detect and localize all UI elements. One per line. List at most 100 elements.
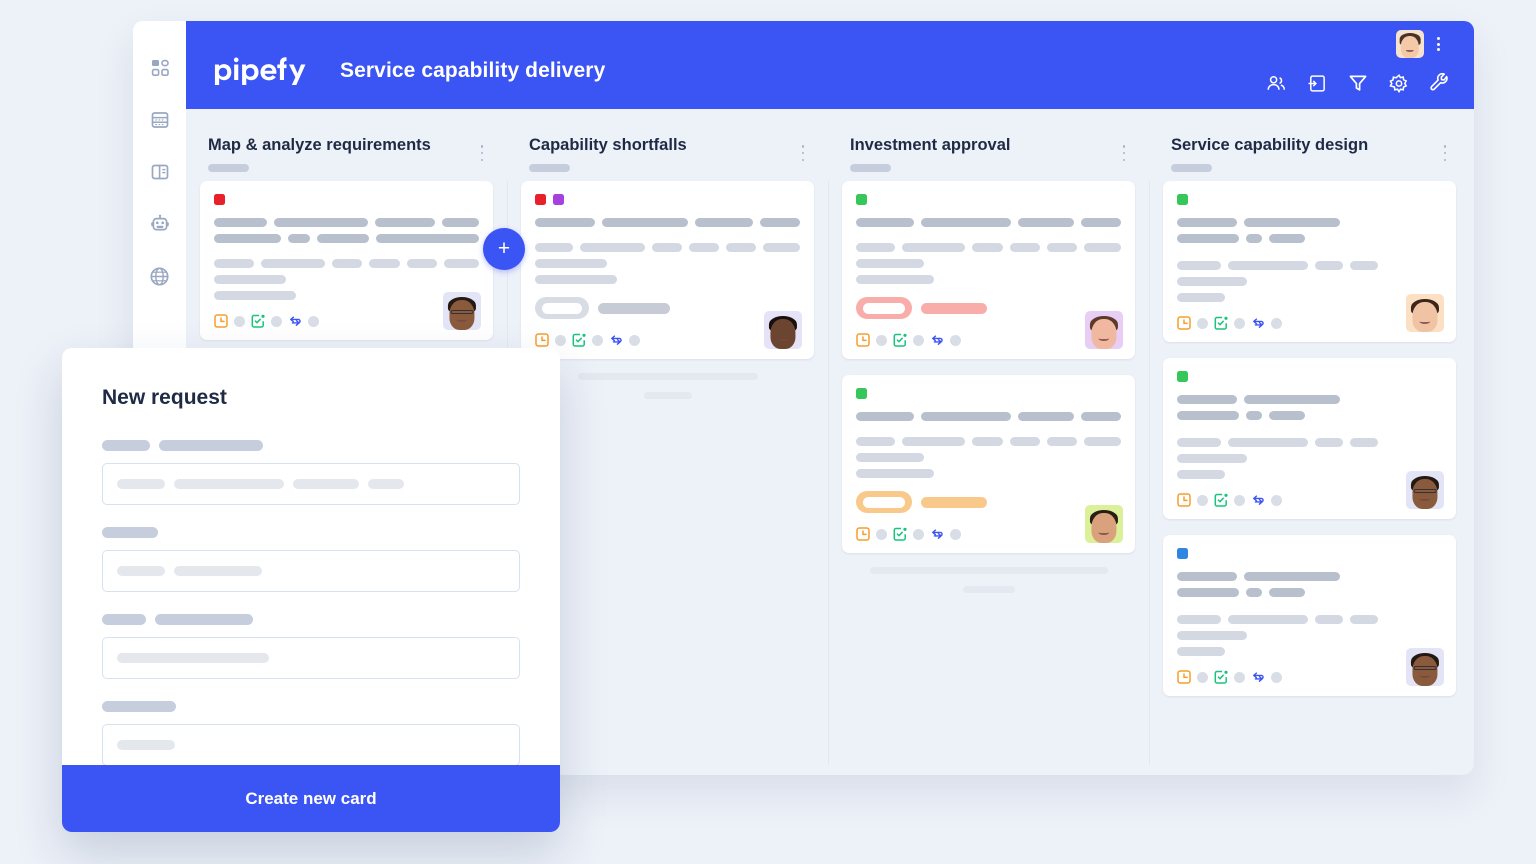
tag-pill: [535, 297, 589, 319]
meta-placeholder: [1271, 671, 1282, 683]
add-card-button[interactable]: +: [483, 228, 525, 270]
sidebar-item-portals[interactable]: [147, 159, 173, 185]
checklist-icon: [1214, 670, 1228, 684]
card-meta: [535, 333, 800, 347]
column-more-options-button[interactable]: [796, 145, 810, 161]
card[interactable]: [1163, 358, 1456, 519]
column-loading-indicator: [828, 553, 1149, 593]
card-meta: [1177, 493, 1442, 507]
card-labels: [1177, 371, 1442, 382]
meta-placeholder: [876, 334, 887, 346]
card-tags: [856, 491, 1121, 513]
card-labels: [856, 194, 1121, 205]
layout-panel-icon: [151, 164, 168, 180]
sidebar-item-public[interactable]: [147, 263, 173, 289]
sidebar-item-dashboard[interactable]: [147, 55, 173, 81]
card[interactable]: [521, 181, 814, 359]
connection-sync-icon: [1253, 495, 1264, 505]
card-meta: [214, 314, 479, 328]
header-more-options-button[interactable]: [1430, 35, 1446, 53]
modal-form: [62, 440, 560, 766]
connection-sync-icon: [1253, 672, 1264, 682]
column-more-options-button[interactable]: [475, 145, 489, 161]
label-chip: [1177, 194, 1188, 205]
column-header: Service capability design: [1149, 109, 1470, 181]
card[interactable]: [200, 181, 493, 340]
card-avatar[interactable]: [1406, 471, 1444, 509]
board-column-3: Investment approval: [828, 109, 1149, 775]
meta-placeholder: [271, 315, 282, 327]
meta-placeholder: [1234, 671, 1245, 683]
avatar-face: [1396, 30, 1424, 58]
meta-placeholder: [1234, 317, 1245, 329]
card-avatar[interactable]: [1406, 648, 1444, 686]
column-header: Investment approval: [828, 109, 1149, 181]
card-labels: [535, 194, 800, 205]
card[interactable]: [1163, 535, 1456, 696]
column-header: Capability shortfalls: [507, 109, 828, 181]
avatar[interactable]: [1396, 30, 1424, 58]
column-more-options-button[interactable]: [1438, 145, 1452, 161]
robot-automation-icon: [150, 214, 169, 231]
tag-bar: [921, 496, 987, 508]
meta-placeholder: [913, 528, 924, 540]
meta-placeholder: [308, 315, 319, 327]
column-more-options-button[interactable]: [1117, 145, 1131, 161]
column-title: Map & analyze requirements: [208, 136, 431, 154]
card-avatar[interactable]: [1085, 505, 1123, 543]
label-chip: [856, 194, 867, 205]
gear-icon[interactable]: [1389, 73, 1409, 93]
text-input[interactable]: [102, 724, 520, 766]
globe-icon: [150, 266, 169, 286]
column-header: Map & analyze requirements: [186, 109, 507, 181]
column-title: Investment approval: [850, 136, 1011, 154]
column-title: Service capability design: [1171, 136, 1369, 154]
inbox-arrow-icon[interactable]: [1307, 73, 1327, 93]
checklist-icon: [893, 527, 907, 541]
card-avatar[interactable]: [764, 311, 802, 349]
text-input[interactable]: [102, 637, 520, 679]
card-avatar[interactable]: [443, 292, 481, 330]
label-chip: [1177, 371, 1188, 382]
label-chip: [535, 194, 546, 205]
meta-placeholder: [1197, 317, 1208, 329]
card-labels: [1177, 194, 1442, 205]
database-list-icon: [151, 112, 168, 128]
meta-placeholder: [950, 334, 961, 346]
column-cards: [186, 181, 507, 340]
card[interactable]: [1163, 181, 1456, 342]
due-date-icon: [535, 333, 549, 347]
text-input[interactable]: [102, 463, 520, 505]
meta-placeholder: [555, 334, 566, 346]
sidebar-item-automations[interactable]: [147, 211, 173, 237]
card[interactable]: [842, 181, 1135, 359]
form-field: [102, 527, 520, 592]
checklist-icon: [251, 314, 265, 328]
meta-placeholder: [1271, 317, 1282, 329]
card-meta: [856, 527, 1121, 541]
sidebar-item-database[interactable]: [147, 107, 173, 133]
column-subtitle-skeleton: [1171, 164, 1212, 172]
card-avatar[interactable]: [1406, 294, 1444, 332]
text-input[interactable]: [102, 550, 520, 592]
members-icon[interactable]: [1266, 73, 1286, 93]
label-chip: [1177, 548, 1188, 559]
new-request-modal: New request Create new card: [62, 348, 560, 832]
meta-placeholder: [950, 528, 961, 540]
meta-placeholder: [1197, 671, 1208, 683]
column-cards: [507, 181, 828, 359]
filter-icon[interactable]: [1348, 73, 1368, 93]
meta-placeholder: [234, 315, 245, 327]
create-new-card-button[interactable]: Create new card: [62, 765, 560, 832]
column-cards: [828, 181, 1149, 553]
pipefy-logo[interactable]: [214, 57, 332, 85]
modal-title: New request: [102, 386, 227, 409]
card-avatar[interactable]: [1085, 311, 1123, 349]
meta-placeholder: [592, 334, 603, 346]
checklist-icon: [1214, 316, 1228, 330]
card[interactable]: [842, 375, 1135, 553]
form-field: [102, 614, 520, 679]
card-labels: [1177, 548, 1442, 559]
due-date-icon: [856, 527, 870, 541]
wrench-icon[interactable]: [1430, 72, 1450, 93]
